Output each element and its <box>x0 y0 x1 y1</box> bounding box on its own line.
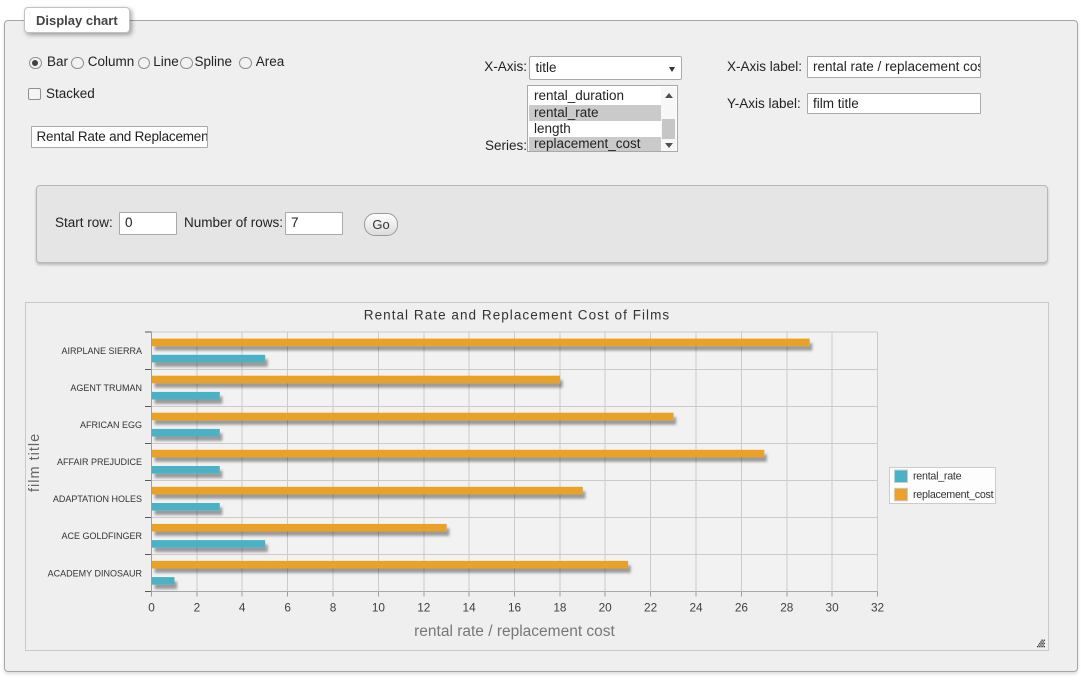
svg-text:AIRPLANE SIERRA: AIRPLANE SIERRA <box>61 346 142 356</box>
svg-text:24: 24 <box>689 600 703 614</box>
svg-text:28: 28 <box>780 600 794 614</box>
svg-text:ACADEMY DINOSAUR: ACADEMY DINOSAUR <box>48 568 143 578</box>
svg-text:30: 30 <box>826 600 840 614</box>
svg-text:ADAPTATION HOLES: ADAPTATION HOLES <box>53 494 142 504</box>
svg-text:AGENT TRUMAN: AGENT TRUMAN <box>70 383 142 393</box>
svg-text:18: 18 <box>553 600 567 614</box>
svg-text:2: 2 <box>194 600 201 614</box>
svg-text:ACE GOLDFINGER: ACE GOLDFINGER <box>61 531 142 541</box>
svg-text:rental rate / replacement cost: rental rate / replacement cost <box>414 623 615 640</box>
svg-text:0: 0 <box>148 600 155 614</box>
svg-text:Rental Rate and Replacement Co: Rental Rate and Replacement Cost of Film… <box>364 307 670 322</box>
svg-text:film title: film title <box>27 433 43 492</box>
svg-text:replacement_cost: replacement_cost <box>913 489 994 501</box>
svg-text:AFFAIR PREJUDICE: AFFAIR PREJUDICE <box>57 457 142 467</box>
svg-text:16: 16 <box>508 600 522 614</box>
svg-text:8: 8 <box>330 600 337 614</box>
svg-text:rental_rate: rental_rate <box>913 471 962 483</box>
svg-text:26: 26 <box>735 600 749 614</box>
svg-text:20: 20 <box>599 600 613 614</box>
svg-text:10: 10 <box>372 600 386 614</box>
svg-text:22: 22 <box>644 600 657 614</box>
svg-text:12: 12 <box>417 600 430 614</box>
svg-text:AFRICAN EGG: AFRICAN EGG <box>80 420 142 430</box>
svg-text:32: 32 <box>871 600 884 614</box>
svg-text:4: 4 <box>239 600 246 614</box>
svg-text:14: 14 <box>463 600 477 614</box>
svg-text:6: 6 <box>284 600 291 614</box>
